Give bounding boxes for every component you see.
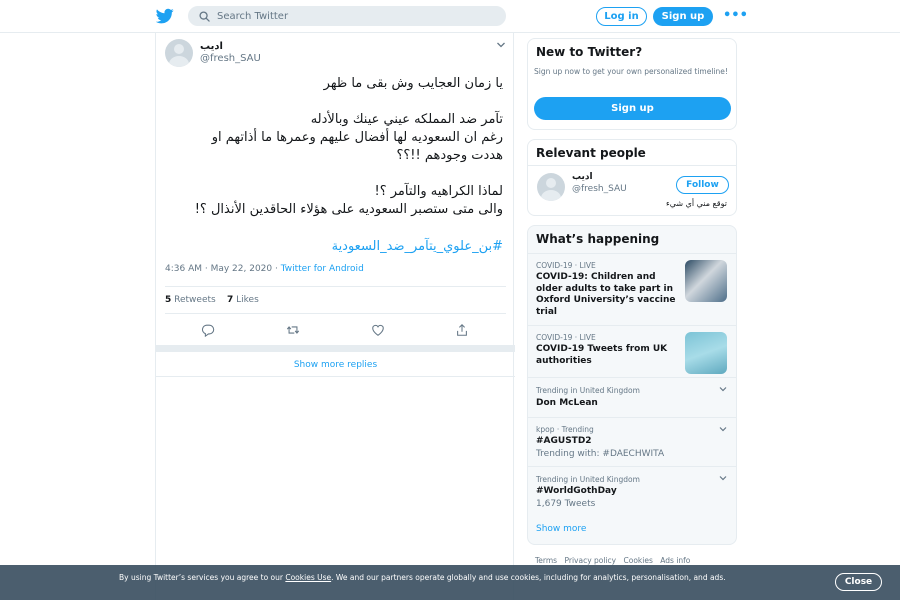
tweet-line: لماذا الكراهيه والتآمر ؟! [374,184,503,199]
trend-subtitle: 1,679 Tweets [536,499,596,509]
more-options-icon[interactable]: ••• [723,8,748,23]
card-title: What’s happening [536,232,660,246]
trend-context: Trending in United Kingdom [536,386,640,395]
footer-link-terms[interactable]: Terms [535,556,557,565]
trend-title: #WorldGothDay [536,486,617,496]
footer-link-privacy[interactable]: Privacy policy [564,556,616,565]
card-title: New to Twitter? [536,45,643,59]
person-name[interactable]: اديب [572,172,593,182]
tweet-actions [165,316,506,344]
trend-item[interactable]: kpop · Trending #AGUSTD2 Trending with: … [528,417,736,466]
footer-link-ads[interactable]: Ads info [660,556,690,565]
trend-subtitle: Trending with: #DAECHWITA [536,449,665,459]
tweet-line: يا زمان العجايب وش بقى ما ظهر [323,76,503,91]
tweet-timestamp: 4:36 AM · May 22, 2020 · Twitter for And… [165,264,364,274]
tweet-paragraph: تآمر ضد المملكه عيني عينك وبالأدله رغم ا… [173,111,503,165]
retweets-stat[interactable]: 5 Retweets [165,295,216,305]
trend-context: COVID-19 · LIVE [536,261,596,270]
show-more-replies-link[interactable]: Show more replies [156,353,515,377]
trend-context: Trending in United Kingdom [536,475,640,484]
footer-links: Terms Privacy policy Cookies Ads info [535,556,695,565]
retweets-count: 5 [165,295,172,305]
cookie-text: By using Twitter’s services you agree to… [119,572,729,583]
share-icon[interactable] [455,323,469,337]
likes-stat[interactable]: 7 Likes [227,295,259,305]
twitter-bird-icon[interactable] [156,7,174,25]
trend-title: Don McLean [536,398,598,408]
tweet-line: هددت وجودهم !!؟؟ [396,148,503,163]
trend-item[interactable]: Trending in United Kingdom Don McLean [528,377,736,417]
divider [528,165,736,166]
follow-button[interactable]: Follow [676,176,729,194]
trend-item[interactable]: Trending in United Kingdom #WorldGothDay… [528,466,736,516]
top-nav-bar: Log in Sign up ••• [0,0,900,33]
tweet-line: والى متى ستصبر السعوديه على هؤلاء الحاقد… [194,202,503,217]
section-divider [156,345,515,352]
likes-label: Likes [236,295,259,305]
show-more-link[interactable]: Show more [536,524,586,534]
chevron-down-icon[interactable] [719,475,727,481]
tweet-time[interactable]: 4:36 AM · May 22, 2020 [165,264,272,274]
search-bar[interactable] [188,6,506,26]
reply-icon[interactable] [201,323,215,337]
trend-thumbnail [685,332,727,374]
trend-item[interactable]: COVID-19 · LIVE COVID-19 Tweets from UK … [528,325,736,377]
close-button[interactable]: Close [835,573,882,591]
login-button[interactable]: Log in [596,7,647,26]
retweets-label: Retweets [174,295,216,305]
tweet-line: رغم ان السعوديه لها أفضال عليهم وعمرها م… [211,130,503,145]
new-to-twitter-card: New to Twitter? Sign up now to get your … [527,38,737,130]
likes-count: 7 [227,295,234,305]
heart-icon[interactable] [371,323,385,337]
tweet-source-link[interactable]: Twitter for Android [281,264,364,274]
tweet-column: اديب @fresh_SAU يا زمان العجايب وش بقى م… [155,33,515,600]
person-bio: توقع مني أي شيء [665,199,727,208]
tweet-stats: 5 Retweets 7 Likes [165,286,506,314]
tweet-paragraph: لماذا الكراهيه والتآمر ؟! والى متى ستصبر… [173,183,503,219]
tweet-text: يا زمان العجايب وش بقى ما ظهر تآمر ضد ال… [173,75,503,237]
footer-link-cookies[interactable]: Cookies [624,556,653,565]
chevron-down-icon[interactable] [496,41,506,49]
whats-happening-card: What’s happening COVID-19 · LIVE COVID-1… [527,225,737,545]
trend-title: COVID-19: Children and older adults to t… [536,272,676,317]
cookies-use-link[interactable]: Cookies Use [285,573,331,582]
trend-context: kpop · Trending [536,425,594,434]
trend-thumbnail [685,260,727,302]
cookie-text-before: By using Twitter’s services you agree to… [119,573,286,582]
tweet-line: تآمر ضد المملكه عيني عينك وبالأدله [310,112,503,127]
search-input[interactable] [217,8,497,24]
avatar[interactable] [165,39,193,67]
card-title: Relevant people [536,146,646,160]
avatar[interactable] [537,173,565,201]
trend-item[interactable]: COVID-19 · LIVE COVID-19: Children and o… [528,253,736,325]
trend-title: COVID-19 Tweets from UK authorities [536,344,668,366]
search-icon [199,11,210,22]
retweet-icon[interactable] [286,323,300,337]
card-subtitle: Sign up now to get your own personalized… [534,67,728,76]
relevant-people-card: Relevant people اديب @fresh_SAU Follow ت… [527,139,737,216]
cookie-text-after: . We and our partners operate globally a… [331,573,726,582]
tweet-author-name[interactable]: اديب [200,41,223,52]
tweet-paragraph: يا زمان العجايب وش بقى ما ظهر [173,75,503,93]
hashtag-link[interactable]: #بن_علوي_يتآمر_ضد_السعودية [332,239,503,254]
sidebar-signup-button[interactable]: Sign up [534,97,731,120]
person-handle[interactable]: @fresh_SAU [572,184,627,194]
cookie-banner: By using Twitter’s services you agree to… [0,565,900,600]
chevron-down-icon[interactable] [719,386,727,392]
signup-button[interactable]: Sign up [653,7,713,26]
trend-context: COVID-19 · LIVE [536,333,596,342]
trend-title: #AGUSTD2 [536,436,592,446]
chevron-down-icon[interactable] [719,426,727,432]
tweet-author-handle[interactable]: @fresh_SAU [200,53,261,64]
